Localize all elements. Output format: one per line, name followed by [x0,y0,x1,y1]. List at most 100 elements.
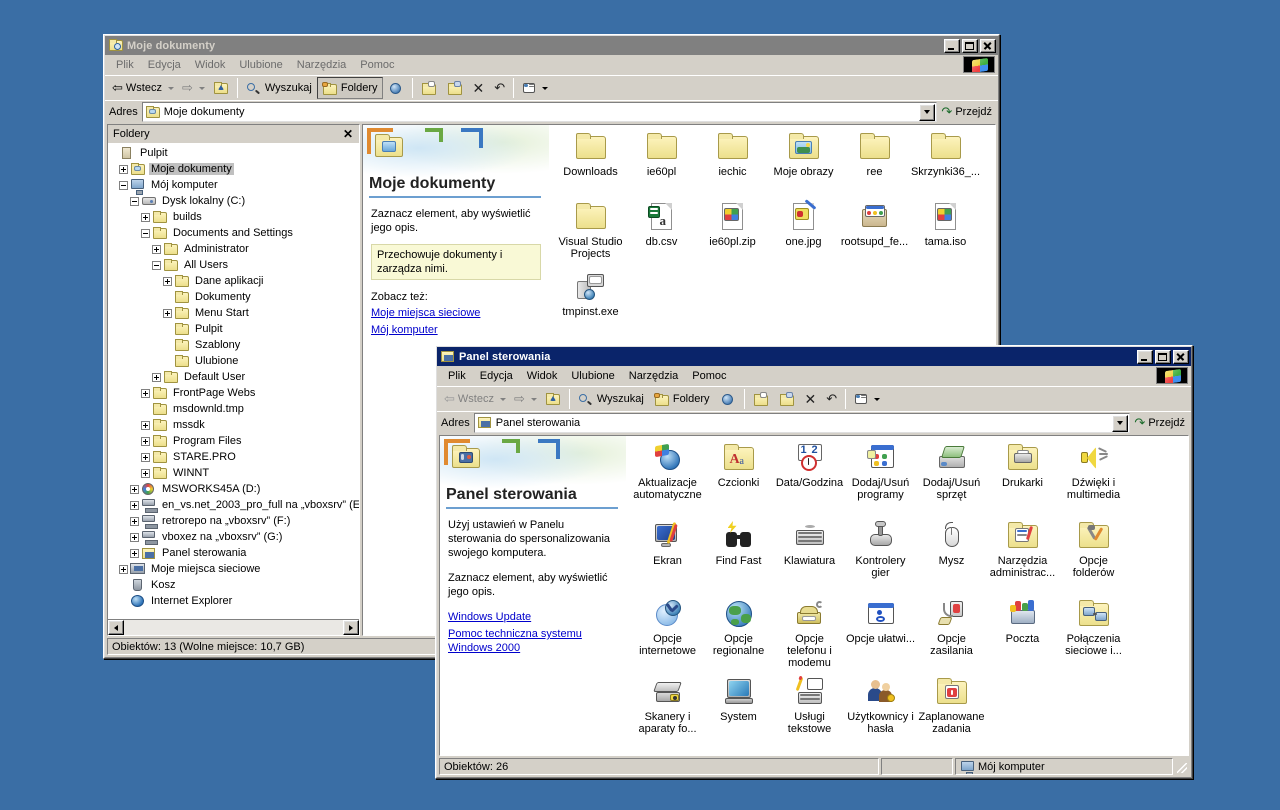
control-panel-item[interactable]: Usługi tekstowe [774,676,845,748]
link-moje-miejsca-sieciowe[interactable]: Moje miejsca sieciowe [371,306,541,320]
tree-expander[interactable] [152,261,161,270]
horizontal-scrollbar[interactable] [108,619,359,635]
file-item[interactable]: ree [839,131,910,195]
tree-item[interactable]: Szablony [108,337,359,353]
menu-item-narzedzia[interactable]: Narzędzia [290,57,354,73]
views-button[interactable] [517,77,556,99]
control-panel-item[interactable]: Poczta [987,598,1058,670]
tree-item[interactable]: Dane aplikacji [108,273,359,289]
undo-button[interactable]: ↶ [821,388,842,410]
scroll-left-button[interactable] [108,620,124,635]
tree-item[interactable]: Pulpit [108,321,359,337]
menu-item-ulubione[interactable]: Ulubione [232,57,289,73]
tree-expander[interactable] [130,517,139,526]
file-item[interactable]: Skrzynki36_... [910,131,981,195]
toolbar-my-documents[interactable]: ⇦ Wstecz ⇨ Wyszukaj [105,75,998,100]
tree-expander[interactable] [119,165,128,174]
views-button[interactable] [849,388,888,410]
move-to-button[interactable] [416,77,442,99]
tree-item[interactable]: msdownld.tmp [108,401,359,417]
tree-item[interactable]: builds [108,209,359,225]
control-panel-item[interactable]: 12Data/Godzina [774,442,845,514]
tree-item[interactable]: en_vs.net_2003_pro_full na „vboxsrv” (E:… [108,497,359,513]
back-button[interactable]: ⇦ Wstecz [439,388,499,410]
copy-to-button[interactable] [442,77,468,99]
file-item[interactable]: tama.iso [910,201,981,265]
menu-item-plik[interactable]: Plik [441,368,473,384]
tree-item[interactable]: STARE.PRO [108,449,359,465]
folder-tree[interactable]: Pulpit Moje dokumentyMój komputerDysk lok… [108,143,359,619]
control-panel-item[interactable]: Dodaj/Usuń sprzęt [916,442,987,514]
link-pomoc-techniczna[interactable]: Pomoc techniczna systemu Windows 2000 [448,627,618,655]
addressbar-my-documents[interactable]: Adres Moje dokumenty ↷ Przejdź [105,100,998,122]
history-button[interactable] [715,388,741,410]
tree-item[interactable]: Dysk lokalny (C:) [108,193,359,209]
window-controls[interactable] [944,39,996,53]
titlebar-my-documents[interactable]: Moje dokumenty [105,36,998,55]
control-panel-item[interactable]: Połączenia sieciowe i... [1058,598,1129,670]
folders-button[interactable]: Foldery [317,77,383,99]
go-button[interactable]: ↷ Przejdź [1130,415,1191,431]
menu-item-pomoc[interactable]: Pomoc [685,368,733,384]
resize-grip[interactable] [1175,758,1189,775]
control-panel-item[interactable]: Skanery i aparaty fo... [632,676,703,748]
tree-expander[interactable] [141,389,150,398]
tree-item[interactable]: Documents and Settings [108,225,359,241]
tree-expander[interactable] [152,373,161,382]
move-to-button[interactable] [748,388,774,410]
tree-expander[interactable] [141,469,150,478]
address-dropdown-button[interactable] [1112,415,1128,432]
menubar-control-panel[interactable]: Plik Edycja Widok Ulubione Narzędzia Pom… [437,366,1191,386]
titlebar-control-panel[interactable]: Panel sterowania [437,347,1191,366]
back-dropdown-arrow[interactable] [168,87,174,90]
tree-item[interactable]: Dokumenty [108,289,359,305]
tree-item[interactable]: FrontPage Webs [108,385,359,401]
file-item[interactable]: iechic [697,131,768,195]
file-item[interactable]: tmpinst.exe [555,271,626,335]
menu-item-widok[interactable]: Widok [520,368,565,384]
control-panel-item[interactable]: Narzędzia administrac... [987,520,1058,592]
delete-button[interactable]: ✕ [468,77,490,99]
close-icon[interactable]: ✕ [340,127,356,141]
tree-expander[interactable] [141,213,150,222]
menu-item-ulubione[interactable]: Ulubione [564,368,621,384]
tree-expander[interactable] [130,501,139,510]
tree-expander[interactable] [163,309,172,318]
tree-item[interactable]: Moje miejsca sieciowe [108,561,359,577]
back-button[interactable]: ⇦ Wstecz [107,77,167,99]
tree-expander[interactable] [152,245,161,254]
tree-item[interactable]: Ulubione [108,353,359,369]
tree-expander[interactable] [141,437,150,446]
tree-item[interactable]: retrorepo na „vboxsrv” (F:) [108,513,359,529]
tree-item[interactable]: Mój komputer [108,177,359,193]
tree-item[interactable]: All Users [108,257,359,273]
menu-item-pomoc[interactable]: Pomoc [353,57,401,73]
file-item[interactable]: ie60pl.zip [697,201,768,265]
tree-expander[interactable] [141,453,150,462]
control-panel-item[interactable]: Drukarki [987,442,1058,514]
link-windows-update[interactable]: Windows Update [448,610,618,624]
tree-item[interactable]: Panel sterowania [108,545,359,561]
menu-item-narzedzia[interactable]: Narzędzia [622,368,686,384]
control-panel-item[interactable]: Mysz [916,520,987,592]
file-item[interactable]: ie60pl [626,131,697,195]
control-panel-item[interactable]: Dźwięki i multimedia [1058,442,1129,514]
address-dropdown-button[interactable] [919,104,935,121]
control-panel-item[interactable]: AaCzcionki [703,442,774,514]
window-controls[interactable] [1137,350,1189,364]
tree-expander[interactable] [163,277,172,286]
undo-button[interactable]: ↶ [489,77,510,99]
control-panel-item[interactable]: Kontrolery gier [845,520,916,592]
control-panel-item[interactable]: Opcje internetowe [632,598,703,670]
toolbar-control-panel[interactable]: ⇦ Wstecz ⇨ Wyszukaj [437,386,1191,411]
tree-item[interactable]: Moje dokumenty [108,161,359,177]
tree-item[interactable]: Kosz [108,577,359,593]
menubar-my-documents[interactable]: Plik Edycja Widok Ulubione Narzędzia Pom… [105,55,998,75]
forward-button[interactable]: ⇨ [509,388,530,410]
tree-expander[interactable] [119,181,128,190]
close-button[interactable] [980,39,996,53]
file-item[interactable]: adb.csv [626,201,697,265]
control-panel-item[interactable]: Opcje zasilania [916,598,987,670]
search-button[interactable]: Wyszukaj [241,77,317,99]
tree-item[interactable]: Administrator [108,241,359,257]
